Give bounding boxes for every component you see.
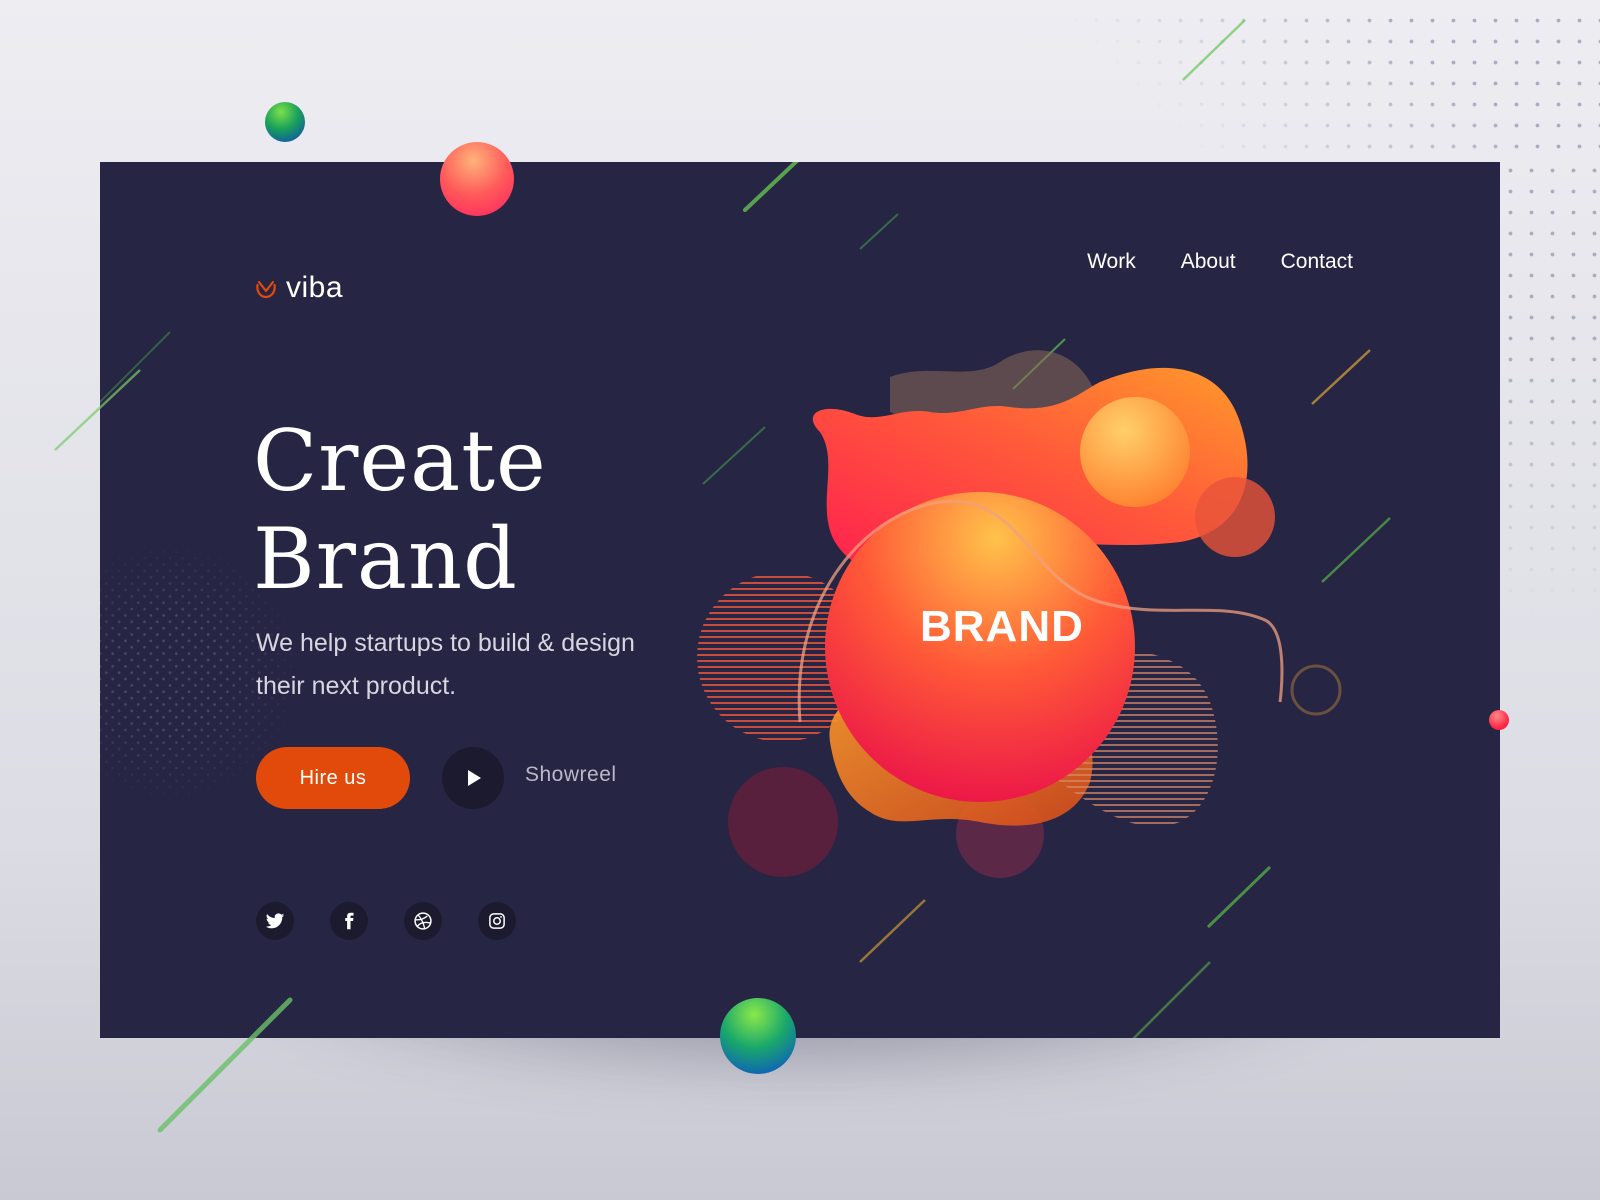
dribbble-link[interactable] [404, 902, 442, 940]
headline-line-1: Create [253, 412, 547, 510]
dribbble-icon [414, 912, 432, 930]
logo-text: viba [286, 271, 344, 304]
hero-headline: Create Brand [253, 412, 547, 608]
facebook-link[interactable] [330, 902, 368, 940]
logo-mark-icon [256, 280, 276, 299]
dot-pattern-right [1500, 160, 1600, 640]
meteor-streak [1321, 517, 1391, 583]
social-links [256, 902, 516, 940]
hero-card: BRAND viba Work About Contact Create Bra… [100, 162, 1500, 1038]
shadow-sphere [728, 767, 838, 877]
brand-art-label: BRAND [920, 602, 1084, 651]
meteor-streak [859, 899, 926, 963]
orange-sphere [1080, 397, 1190, 507]
coral-sphere [440, 142, 514, 216]
small-sphere [1195, 477, 1275, 557]
meteor-streak [1206, 865, 1272, 929]
meteor-streak [1311, 349, 1371, 405]
headline-line-2: Brand [253, 510, 518, 608]
play-icon [468, 770, 481, 786]
green-sphere-top [265, 102, 305, 142]
nav-item-work[interactable]: Work [1087, 250, 1136, 274]
nav-item-contact[interactable]: Contact [1281, 250, 1353, 274]
nav-item-about[interactable]: About [1181, 250, 1236, 274]
hire-us-button[interactable]: Hire us [256, 747, 410, 809]
top-nav: Work About Contact [1087, 250, 1353, 274]
meteor-streak [1132, 961, 1211, 1038]
showreel-play-button[interactable] [442, 747, 504, 809]
meteor-streak [702, 426, 766, 485]
instagram-link[interactable] [478, 902, 516, 940]
green-sphere-bottom [720, 998, 796, 1074]
showreel-link[interactable]: Showreel [525, 763, 617, 787]
twitter-icon [265, 913, 285, 929]
hero-subtitle: We help startups to build & design their… [256, 629, 635, 700]
logo[interactable]: viba [254, 271, 343, 305]
meteor-streak [743, 162, 799, 212]
meteor-streak [859, 213, 899, 250]
twitter-link[interactable] [256, 902, 294, 940]
meteor-streak [100, 331, 171, 404]
instagram-icon [489, 913, 505, 929]
dot-pattern-top [1065, 10, 1600, 160]
red-sphere-small [1489, 710, 1509, 730]
facebook-icon [345, 912, 354, 930]
outline-ring [1290, 664, 1342, 716]
